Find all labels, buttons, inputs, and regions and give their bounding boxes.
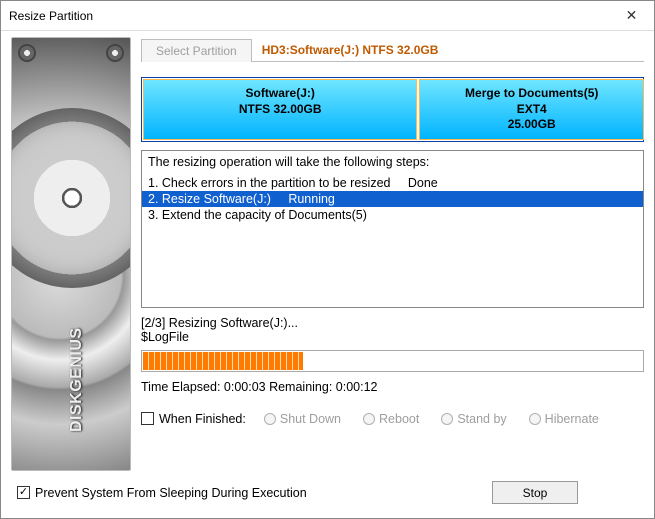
main-column: Select Partition HD3:Software(J:) NTFS 3…	[141, 37, 644, 471]
step-row[interactable]: 1. Check errors in the partition to be r…	[142, 175, 643, 191]
when-finished-option: Stand by	[441, 412, 506, 426]
when-finished-row: When Finished: Shut Down Reboot Stand by Hi…	[141, 412, 644, 426]
brand-text: DISKGENIUS	[68, 327, 86, 432]
steps-intro: The resizing operation will take the fol…	[142, 153, 643, 175]
status-line-2: $LogFile	[141, 330, 644, 344]
radio-icon	[441, 413, 453, 425]
partition-source[interactable]: Software(J:) NTFS 32.00GB	[143, 79, 417, 140]
radio-label: Stand by	[457, 412, 506, 426]
stop-button[interactable]: Stop	[492, 481, 578, 504]
status-line-1: [2/3] Resizing Software(J:)...	[141, 316, 644, 330]
step-row[interactable]: 2. Resize Software(J:) Running	[142, 191, 643, 207]
close-button[interactable]: ✕	[609, 1, 654, 30]
disk-illustration: DISKGENIUS	[11, 37, 131, 471]
footer: ✓ Prevent System From Sleeping During Ex…	[1, 471, 654, 518]
radio-label: Shut Down	[280, 412, 341, 426]
prevent-sleep-checkbox[interactable]: ✓ Prevent System From Sleeping During Ex…	[17, 486, 307, 500]
radio-icon	[264, 413, 276, 425]
when-finished-checkbox[interactable]: When Finished:	[141, 412, 246, 426]
radio-icon	[529, 413, 541, 425]
prevent-sleep-label: Prevent System From Sleeping During Exec…	[35, 486, 307, 500]
window-title: Resize Partition	[9, 9, 609, 23]
partition-source-detail: NTFS 32.00GB	[148, 102, 412, 118]
current-partition-label: HD3:Software(J:) NTFS 32.0GB	[252, 39, 644, 62]
checkbox-icon	[141, 412, 154, 425]
partition-bar[interactable]: Software(J:) NTFS 32.00GB Merge to Docum…	[141, 77, 644, 142]
when-finished-label: When Finished:	[159, 412, 246, 426]
steps-list: The resizing operation will take the fol…	[141, 150, 644, 308]
step-row[interactable]: 3. Extend the capacity of Documents(5)	[142, 207, 643, 223]
timing-label: Time Elapsed: 0:00:03 Remaining: 0:00:12	[141, 380, 644, 394]
progress-bar	[141, 350, 644, 372]
tab-row: Select Partition HD3:Software(J:) NTFS 3…	[141, 37, 644, 63]
select-partition-tab[interactable]: Select Partition	[141, 39, 252, 62]
radio-icon	[363, 413, 375, 425]
partition-target-fs: EXT4	[424, 102, 639, 118]
checkbox-icon: ✓	[17, 486, 30, 499]
partition-target-name: Merge to Documents(5)	[424, 86, 639, 102]
when-finished-option: Reboot	[363, 412, 419, 426]
when-finished-option: Hibernate	[529, 412, 599, 426]
partition-target-size: 25.00GB	[424, 117, 639, 133]
progress-fill	[143, 352, 303, 370]
partition-target[interactable]: Merge to Documents(5) EXT4 25.00GB	[419, 79, 644, 140]
radio-label: Reboot	[379, 412, 419, 426]
titlebar: Resize Partition ✕	[1, 1, 654, 31]
radio-label: Hibernate	[545, 412, 599, 426]
resize-partition-window: Resize Partition ✕ DISKGENIUS Select Par…	[0, 0, 655, 519]
dialog-body: DISKGENIUS Select Partition HD3:Software…	[1, 31, 654, 471]
partition-source-name: Software(J:)	[148, 86, 412, 102]
when-finished-option: Shut Down	[264, 412, 341, 426]
